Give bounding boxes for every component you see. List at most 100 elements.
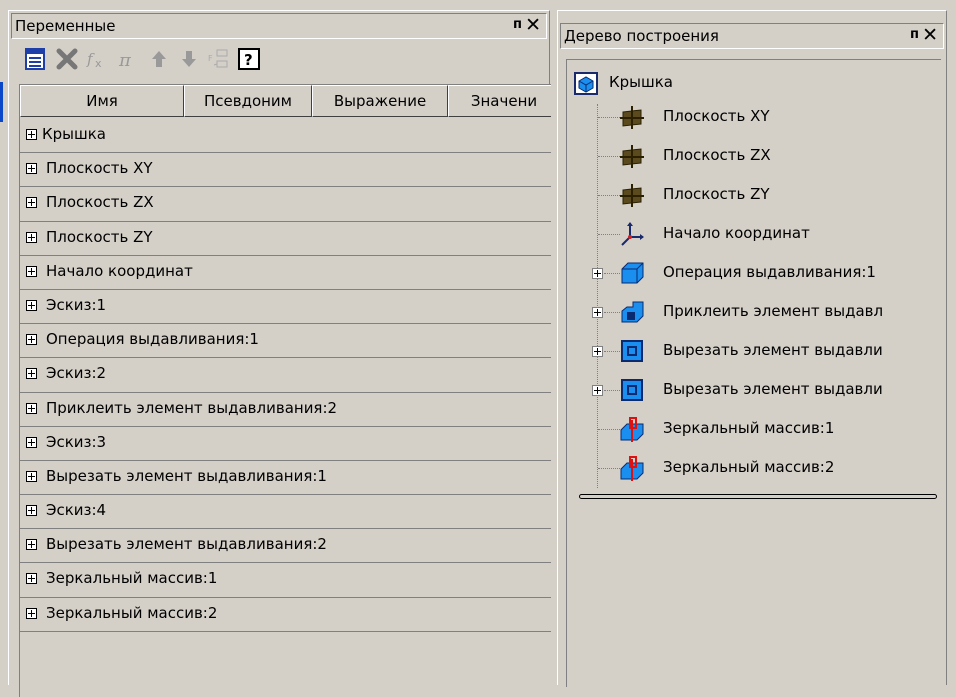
variables-panel: Переменные ᴨ ✕ fx π F ? Имя Псевдоним Вы… <box>8 10 551 697</box>
table-rows: Крышка Плоскость XY Плоскость ZX Плоскос… <box>20 119 551 632</box>
table-row[interactable]: Зеркальный массив:1 <box>20 563 551 598</box>
variables-table: Имя Псевдоним Выражение Значени Крышка П… <box>19 84 551 697</box>
svg-text:F: F <box>208 54 213 63</box>
table-header: Имя Псевдоним Выражение Значени <box>20 85 551 117</box>
variables-panel-title: Переменные <box>15 17 116 35</box>
build-tree: Крышка Плоскость XY Плоскость ZX Плоскос… <box>566 59 941 687</box>
svg-text:?: ? <box>244 51 253 69</box>
tree-item-label: Плоскость ZY <box>663 185 770 203</box>
expand-icon[interactable] <box>592 385 603 396</box>
tree-item-cut-extrude-2[interactable]: Вырезать элемент выдавли <box>619 375 935 405</box>
tree-item-label: Начало координат <box>663 224 810 242</box>
tree-root-label: Крышка <box>609 73 673 91</box>
expand-icon[interactable] <box>592 346 603 357</box>
tree-item-label: Плоскость XY <box>663 107 770 125</box>
column-header-alias[interactable]: Псевдоним <box>184 85 312 117</box>
svg-text:f: f <box>86 50 95 68</box>
table-row[interactable]: Эскиз:3 <box>20 426 551 461</box>
cut-extrude-icon <box>619 338 645 364</box>
expand-icon[interactable] <box>26 163 37 175</box>
expand-icon[interactable] <box>26 539 37 551</box>
tree-item-origin[interactable]: Начало координат <box>619 219 935 249</box>
origin-icon <box>619 221 645 247</box>
boss-extrude-icon <box>619 299 645 325</box>
pin-icon[interactable]: ᴨ <box>910 27 919 42</box>
table-row[interactable]: Вырезать элемент выдавливания:2 <box>20 529 551 564</box>
variables-toolbar: fx π F ? <box>11 39 547 79</box>
table-row[interactable]: Плоскость ZX <box>20 187 551 222</box>
tree-item-plane-zx[interactable]: Плоскость ZX <box>619 141 935 171</box>
close-icon[interactable]: ✕ <box>922 24 938 46</box>
help-icon[interactable]: ? <box>237 47 261 71</box>
expand-icon[interactable] <box>592 268 603 279</box>
expand-icon[interactable] <box>26 436 37 448</box>
tree-panel-title: Дерево построения <box>564 27 719 45</box>
build-tree-panel: Дерево построения ᴨ ✕ Крышка Плоскость X… <box>557 10 947 687</box>
tree-panel-titlebar[interactable]: Дерево построения ᴨ ✕ <box>560 23 944 49</box>
table-row[interactable]: Крышка <box>20 119 551 154</box>
tree-item-plane-zy[interactable]: Плоскость ZY <box>619 180 935 210</box>
mirror-icon <box>619 455 645 481</box>
tree-end-marker[interactable] <box>579 494 937 499</box>
table-row[interactable]: Приклеить элемент выдавливания:2 <box>20 392 551 427</box>
tree-item-mirror-2[interactable]: Зеркальный массив:2 <box>619 453 935 483</box>
expand-icon[interactable] <box>26 299 37 311</box>
expand-icon[interactable] <box>26 197 37 209</box>
plane-icon <box>619 182 645 208</box>
expand-icon[interactable] <box>592 307 603 318</box>
column-header-name[interactable]: Имя <box>20 85 184 117</box>
tree-item-label: Приклеить элемент выдавл <box>663 302 884 320</box>
delete-icon[interactable] <box>55 47 79 71</box>
expand-icon[interactable] <box>26 607 37 619</box>
table-row[interactable]: Плоскость ZY <box>20 221 551 256</box>
pin-icon[interactable]: ᴨ <box>513 17 522 32</box>
table-row[interactable]: Зеркальный массив:2 <box>20 597 551 632</box>
svg-text:x: x <box>95 57 102 70</box>
arrow-down-icon[interactable] <box>177 47 201 71</box>
tree-item-cut-extrude-1[interactable]: Вырезать элемент выдавли <box>619 336 935 366</box>
expand-icon[interactable] <box>26 334 37 346</box>
table-row[interactable]: Вырезать элемент выдавливания:1 <box>20 460 551 496</box>
tree-item-label: Плоскость ZX <box>663 146 771 164</box>
tree-item-label: Зеркальный массив:1 <box>663 419 835 437</box>
mirror-icon <box>619 416 645 442</box>
expand-icon[interactable] <box>26 368 37 380</box>
extrude-icon <box>619 260 645 286</box>
table-row[interactable]: Эскиз:1 <box>20 289 551 325</box>
expand-icon[interactable] <box>26 573 37 585</box>
cut-extrude-icon <box>619 377 645 403</box>
table-icon[interactable] <box>23 47 47 71</box>
pi-icon[interactable]: π <box>115 47 139 71</box>
expand-icon[interactable] <box>26 470 37 482</box>
expand-icon[interactable] <box>26 231 37 243</box>
function-icon[interactable]: fx <box>85 47 109 71</box>
table-row[interactable]: Начало координат <box>20 255 551 290</box>
expand-icon[interactable] <box>26 129 37 140</box>
tree-item-plane-xy[interactable]: Плоскость XY <box>619 102 935 132</box>
tree-item-label: Вырезать элемент выдавли <box>663 341 883 359</box>
table-row[interactable]: Плоскость XY <box>20 153 551 188</box>
expand-icon[interactable] <box>26 505 37 517</box>
plane-icon <box>619 143 645 169</box>
arrow-up-icon[interactable] <box>147 47 171 71</box>
close-icon[interactable]: ✕ <box>525 14 541 36</box>
tree-root[interactable]: Крышка <box>571 68 931 98</box>
tree-item-mirror-1[interactable]: Зеркальный массив:1 <box>619 414 935 444</box>
column-header-expression[interactable]: Выражение <box>312 85 448 117</box>
table-row[interactable]: Эскиз:2 <box>20 358 551 393</box>
variables-panel-titlebar[interactable]: Переменные ᴨ ✕ <box>11 13 547 39</box>
svg-text:π: π <box>118 50 132 71</box>
table-row[interactable]: Эскиз:4 <box>20 495 551 530</box>
tree-item-label: Вырезать элемент выдавли <box>663 380 883 398</box>
rename-icon[interactable]: F <box>207 47 231 71</box>
tree-item-extrude-1[interactable]: Операция выдавливания:1 <box>619 258 935 288</box>
part-icon <box>573 70 599 96</box>
tree-item-label: Операция выдавливания:1 <box>663 263 876 281</box>
expand-icon[interactable] <box>26 402 37 414</box>
tree-item-boss-extrude[interactable]: Приклеить элемент выдавл <box>619 297 935 327</box>
plane-icon <box>619 104 645 130</box>
expand-icon[interactable] <box>26 265 37 277</box>
tree-item-label: Зеркальный массив:2 <box>663 458 835 476</box>
table-row[interactable]: Операция выдавливания:1 <box>20 324 551 359</box>
column-header-value[interactable]: Значени <box>448 85 551 117</box>
